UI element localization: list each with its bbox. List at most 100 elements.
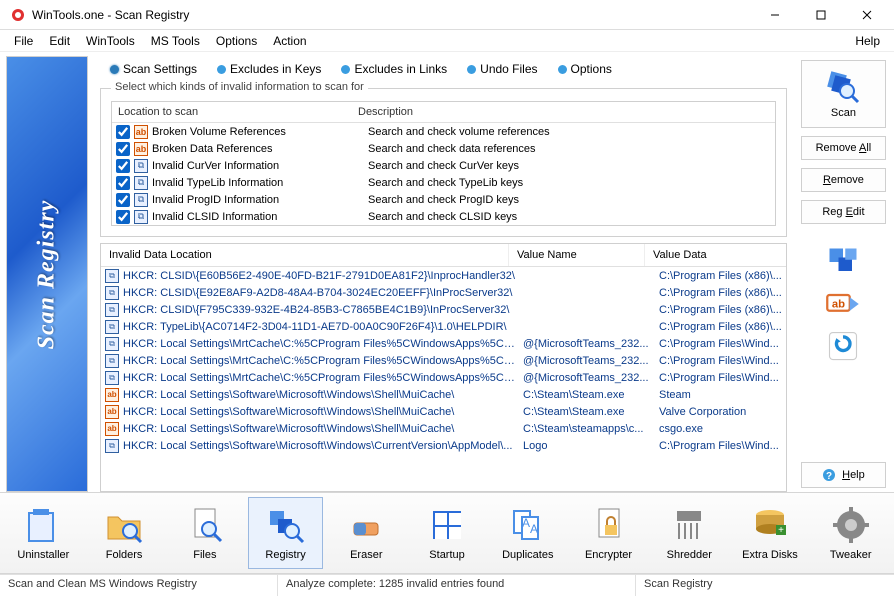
result-row[interactable]: abHKCR: Local Settings\Software\Microsof…	[101, 420, 786, 437]
tab-excludes-in-keys[interactable]: Excludes in Keys	[209, 60, 329, 78]
banner: Scan Registry	[6, 56, 88, 492]
scan-button[interactable]: Scan	[801, 60, 886, 128]
menu-action[interactable]: Action	[265, 32, 314, 50]
kinds-header-location[interactable]: Location to scan	[112, 102, 352, 122]
folders-icon	[104, 505, 144, 545]
kind-row[interactable]: ⧉Invalid TypeLib InformationSearch and c…	[112, 174, 775, 191]
eraser-icon	[346, 505, 386, 545]
tool-tweaker[interactable]: Tweaker	[813, 497, 888, 569]
menu-options[interactable]: Options	[208, 32, 265, 50]
kind-checkbox[interactable]	[116, 125, 130, 139]
app-icon	[10, 7, 26, 23]
shredder-icon	[669, 505, 709, 545]
result-valuedata: C:\Program Files\Wind...	[659, 440, 782, 452]
menu-wintools[interactable]: WinTools	[78, 32, 143, 50]
registry-icon: ⧉	[134, 159, 148, 173]
statusbar: Scan and Clean MS Windows Registry Analy…	[0, 574, 894, 596]
kind-description: Search and check TypeLib keys	[368, 177, 771, 189]
tool-encrypter[interactable]: Encrypter	[571, 497, 646, 569]
tool-uninstaller[interactable]: Uninstaller	[6, 497, 81, 569]
result-row[interactable]: ⧉HKCR: Local Settings\MrtCache\C:%5CProg…	[101, 369, 786, 386]
registry-icon: ⧉	[105, 371, 119, 385]
kind-row[interactable]: ⧉Invalid ProgID InformationSearch and ch…	[112, 191, 775, 208]
menu-ms-tools[interactable]: MS Tools	[143, 32, 208, 50]
cubes-icon[interactable]	[825, 244, 861, 280]
col-invalid-location[interactable]: Invalid Data Location	[101, 244, 509, 266]
reg-edit-button[interactable]: Reg Edit	[801, 200, 886, 224]
result-valuename: C:\Steam\Steam.exe	[523, 389, 659, 401]
close-button[interactable]	[844, 0, 890, 30]
kind-row[interactable]: ⧉Invalid CurVer InformationSearch and ch…	[112, 157, 775, 174]
result-row[interactable]: ⧉ HKCR: CLSID\{E92E8AF9-A2D8-48A4-B704-30…	[101, 284, 786, 301]
kind-checkbox[interactable]	[116, 193, 130, 207]
result-valuedata: Valve Corporation	[659, 406, 782, 418]
registry-icon: ⧉	[134, 193, 148, 207]
result-row[interactable]: ⧉HKCR: CLSID\{F795C339-932E-4B24-85B3-C7…	[101, 301, 786, 318]
registry-icon: ⧉	[105, 354, 119, 368]
recycle-icon[interactable]	[825, 328, 861, 364]
col-value-data[interactable]: Value Data	[645, 244, 786, 266]
kind-location: Invalid CurVer Information	[152, 160, 368, 172]
result-valuename: @{MicrosoftTeams_232...	[523, 372, 659, 384]
tool-label: Registry	[265, 549, 305, 561]
tab-excludes-in-links[interactable]: Excludes in Links	[333, 60, 455, 78]
kind-description: Search and check volume references	[368, 126, 771, 138]
svg-text:ab: ab	[832, 298, 845, 310]
tab-options[interactable]: Options	[550, 60, 620, 78]
registry-icon: ⧉	[105, 337, 119, 351]
tool-eraser[interactable]: Eraser	[329, 497, 404, 569]
tool-startup[interactable]: Startup	[410, 497, 485, 569]
result-row[interactable]: ⧉ HKCR: Local Settings\MrtCache\C:%5CProg…	[101, 352, 786, 369]
tab-scan-settings[interactable]: Scan Settings	[102, 60, 205, 78]
minimize-button[interactable]	[752, 0, 798, 30]
result-valuename: Logo	[523, 440, 659, 452]
result-valuedata: C:\Program Files\Wind...	[659, 338, 782, 350]
tool-label: Files	[193, 549, 216, 561]
result-valuedata: C:\Program Files (x86)\...	[659, 270, 782, 282]
side-icons: ab	[801, 244, 886, 364]
registry-icon: ⧉	[105, 286, 119, 300]
kind-checkbox[interactable]	[116, 142, 130, 156]
tweaker-icon	[831, 505, 871, 545]
kind-checkbox[interactable]	[116, 210, 130, 224]
maximize-button[interactable]	[798, 0, 844, 30]
kind-row[interactable]: abBroken Data ReferencesSearch and check…	[112, 140, 775, 157]
kinds-header-description[interactable]: Description	[352, 102, 775, 122]
tool-extra-disks[interactable]: +Extra Disks	[733, 497, 808, 569]
tool-files[interactable]: Files	[167, 497, 242, 569]
kind-checkbox[interactable]	[116, 159, 130, 173]
kind-location: Invalid ProgID Information	[152, 194, 368, 206]
tool-shredder[interactable]: Shredder	[652, 497, 727, 569]
result-row[interactable]: ⧉HKCR: Local Settings\MrtCache\C:%5CProg…	[101, 335, 786, 352]
tool-registry[interactable]: Registry	[248, 497, 323, 569]
result-location: HKCR: CLSID\{E92E8AF9-A2D8-48A4-B704-302…	[123, 287, 523, 299]
tool-folders[interactable]: Folders	[87, 497, 162, 569]
result-location: HKCR: Local Settings\Software\Microsoft\…	[123, 389, 523, 401]
col-value-name[interactable]: Value Name	[509, 244, 645, 266]
menu-help[interactable]: Help	[847, 32, 888, 50]
result-row[interactable]: ⧉HKCR: CLSID\{E60B56E2-490E-40FD-B21F-27…	[101, 267, 786, 284]
kind-row[interactable]: abBroken Volume ReferencesSearch and che…	[112, 123, 775, 140]
remove-button[interactable]: Remove	[801, 168, 886, 192]
tab-dot-icon	[110, 65, 119, 74]
encrypter-icon	[589, 505, 629, 545]
remove-all-button[interactable]: Remove All	[801, 136, 886, 160]
status-left: Scan and Clean MS Windows Registry	[0, 575, 278, 596]
kind-checkbox[interactable]	[116, 176, 130, 190]
kind-location: Broken Volume References	[152, 126, 368, 138]
status-right: Scan Registry	[636, 575, 894, 596]
result-row[interactable]: abHKCR: Local Settings\Software\Microsof…	[101, 386, 786, 403]
help-button[interactable]: ? Help	[801, 462, 886, 488]
ab-icon: ab	[105, 405, 119, 419]
tab-dot-icon	[341, 65, 350, 74]
result-row[interactable]: abHKCR: Local Settings\Software\Microsof…	[101, 403, 786, 420]
menu-edit[interactable]: Edit	[41, 32, 78, 50]
result-row[interactable]: ⧉HKCR: Local Settings\Software\Microsoft…	[101, 437, 786, 454]
kind-row[interactable]: ⧉Invalid CLSID InformationSearch and che…	[112, 208, 775, 225]
result-location: HKCR: Local Settings\MrtCache\C:%5CProgr…	[123, 355, 523, 367]
tab-undo-files[interactable]: Undo Files	[459, 60, 545, 78]
menu-file[interactable]: File	[6, 32, 41, 50]
tool-duplicates[interactable]: AADuplicates	[490, 497, 565, 569]
ab-tag-icon[interactable]: ab	[825, 286, 861, 322]
result-row[interactable]: ⧉HKCR: TypeLib\{AC0714F2-3D04-11D1-AE7D-…	[101, 318, 786, 335]
